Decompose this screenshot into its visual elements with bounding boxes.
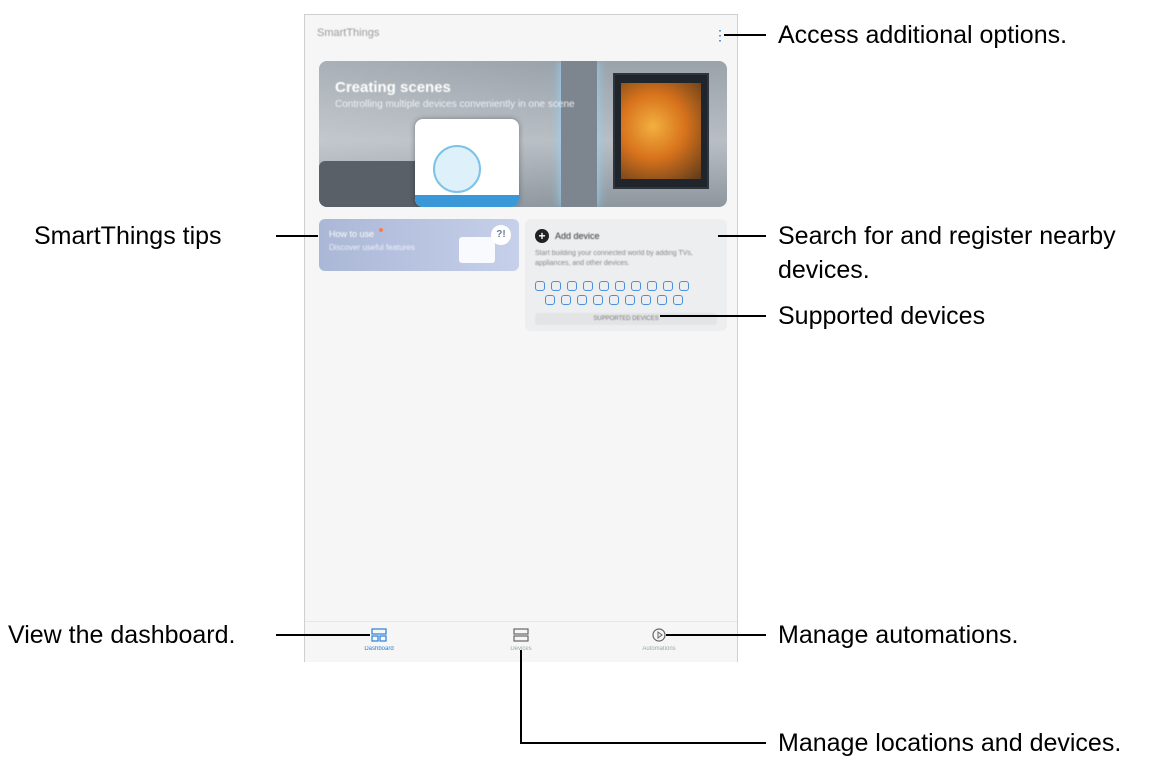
banner-subtitle: Controlling multiple devices convenientl… — [335, 99, 575, 110]
banner-tv-image — [613, 73, 709, 189]
device-type-icon — [663, 281, 673, 291]
tab-label: Dashboard — [364, 646, 394, 652]
device-icons-row-1 — [535, 281, 689, 291]
device-type-icon — [673, 295, 683, 305]
tab-automations[interactable]: Automations — [619, 628, 699, 652]
callout-line-locations-horizontal — [520, 742, 766, 744]
tab-label: Automations — [642, 646, 676, 652]
callout-dashboard: View the dashboard. — [8, 621, 236, 649]
callout-line-tips — [276, 235, 318, 237]
device-type-icon — [641, 295, 651, 305]
device-type-icon — [615, 281, 625, 291]
banner-phone-image — [415, 119, 519, 207]
banner-sofa-image — [319, 161, 429, 207]
book-icon — [459, 237, 495, 263]
app-title: SmartThings — [317, 27, 380, 39]
callout-locations: Manage locations and devices. — [778, 729, 1122, 757]
callout-line-search — [718, 235, 766, 237]
callout-options: Access additional options. — [778, 21, 1068, 49]
tab-devices[interactable]: Devices — [481, 628, 561, 652]
devices-icon — [513, 628, 529, 642]
device-type-icon — [679, 281, 689, 291]
smartthings-tips-card[interactable]: How to use Discover useful features ?! — [319, 219, 519, 271]
callout-automations: Manage automations. — [778, 621, 1019, 649]
device-type-icon — [657, 295, 667, 305]
callout-line-options — [724, 34, 766, 36]
callout-line-locations-vertical — [520, 650, 522, 744]
callout-line-supported — [660, 315, 766, 317]
add-device-icon[interactable]: + — [535, 229, 549, 243]
scenes-banner[interactable]: Creating scenes Controlling multiple dev… — [319, 61, 727, 207]
banner-speaker-image — [561, 61, 597, 207]
tip-title: How to use — [329, 229, 375, 239]
tablet-screen: SmartThings ⋮ Creating scenes Controllin… — [304, 14, 738, 662]
device-icons-row-2 — [545, 295, 683, 305]
tab-dashboard[interactable]: Dashboard — [339, 628, 419, 652]
tip-subtitle: Discover useful features — [329, 243, 415, 252]
device-type-icon — [593, 295, 603, 305]
new-badge-dot — [379, 228, 383, 232]
device-type-icon — [551, 281, 561, 291]
automations-icon — [652, 628, 666, 642]
callout-line-dashboard — [276, 634, 370, 636]
dashboard-icon — [371, 628, 387, 642]
device-type-icon — [609, 295, 619, 305]
banner-title: Creating scenes — [335, 79, 451, 96]
callout-line-automations — [666, 634, 766, 636]
device-type-icon — [567, 281, 577, 291]
device-type-icon — [545, 295, 555, 305]
device-type-icon — [647, 281, 657, 291]
callout-search-line2: devices. — [778, 256, 870, 284]
question-bubble-icon: ?! — [491, 225, 511, 245]
add-device-label: Add device — [555, 231, 600, 241]
device-type-icon — [577, 295, 587, 305]
device-type-icon — [625, 295, 635, 305]
device-type-icon — [583, 281, 593, 291]
device-type-icon — [599, 281, 609, 291]
device-type-icon — [561, 295, 571, 305]
callout-supported: Supported devices — [778, 302, 986, 330]
add-device-description: Start building your connected world by a… — [535, 250, 693, 267]
device-type-icon — [535, 281, 545, 291]
callout-search-line1: Search for and register nearby — [778, 222, 1116, 250]
device-type-icon — [631, 281, 641, 291]
callout-tips: SmartThings tips — [34, 222, 222, 250]
